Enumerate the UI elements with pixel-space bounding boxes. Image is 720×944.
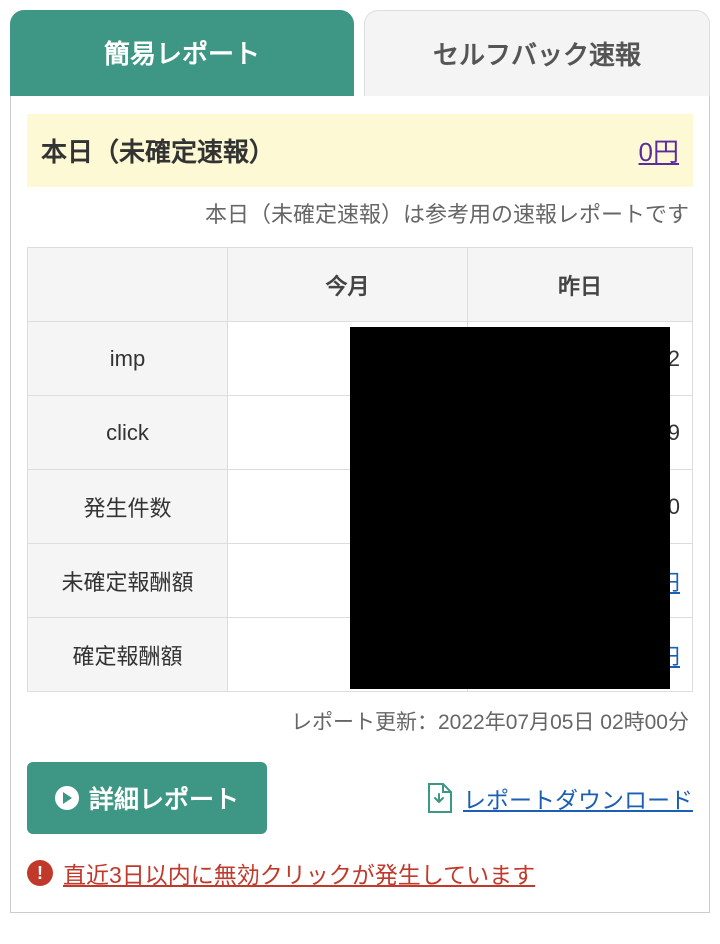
table-row: 未確定報酬額 円 — [28, 544, 693, 618]
cell-unconfirmed-month — [228, 544, 468, 618]
row-label-unconfirmed: 未確定報酬額 — [28, 544, 228, 618]
tab-selfback[interactable]: セルフバック速報 — [364, 10, 710, 96]
invalid-click-alert[interactable]: ! 直近3日以内に無効クリックが発生しています — [27, 856, 693, 890]
cell-imp-month — [228, 322, 468, 396]
today-bar: 本日（未確定速報） 0円 — [27, 114, 693, 187]
today-title: 本日（未確定速報） — [41, 132, 275, 169]
chevron-right-circle-icon — [55, 786, 79, 810]
report-panel: 本日（未確定速報） 0円 本日（未確定速報）は参考用の速報レポートです 今月 昨… — [10, 96, 710, 913]
row-label-imp: imp — [28, 322, 228, 396]
cell-imp-yesterday: 92 — [468, 322, 693, 396]
report-table: 今月 昨日 imp 92 click 49 発生件数 0 — [27, 247, 693, 692]
cell-click-month — [228, 396, 468, 470]
table-row: 発生件数 0 — [28, 470, 693, 544]
table-row: 確定報酬額 円 — [28, 618, 693, 692]
detail-report-button[interactable]: 詳細レポート — [27, 762, 267, 834]
tab-simple-report[interactable]: 簡易レポート — [10, 10, 354, 96]
tab-selfback-label: セルフバック速報 — [433, 40, 641, 70]
cell-confirmed-month — [228, 618, 468, 692]
detail-report-button-label: 詳細レポート — [89, 780, 239, 816]
row-label-occur: 発生件数 — [28, 470, 228, 544]
updated-value: 2022年07月05日 02時00分 — [438, 711, 689, 734]
cell-occur-month — [228, 470, 468, 544]
row-label-click: click — [28, 396, 228, 470]
tab-simple-report-label: 簡易レポート — [104, 39, 260, 69]
updated-prefix: レポート更新： — [291, 711, 438, 734]
report-download-link-label: レポートダウンロード — [463, 781, 693, 815]
file-download-icon — [425, 782, 453, 814]
col-header-yesterday: 昨日 — [468, 248, 693, 322]
cell-click-yesterday: 49 — [468, 396, 693, 470]
row-label-confirmed: 確定報酬額 — [28, 618, 228, 692]
today-amount-link[interactable]: 0円 — [639, 132, 679, 169]
updated-line: レポート更新：2022年07月05日 02時00分 — [31, 706, 689, 736]
table-row: click 49 — [28, 396, 693, 470]
cell-confirmed-yesterday[interactable]: 円 — [468, 618, 693, 692]
cell-occur-yesterday: 0 — [468, 470, 693, 544]
col-header-blank — [28, 248, 228, 322]
table-row: imp 92 — [28, 322, 693, 396]
alert-icon: ! — [27, 860, 53, 886]
col-header-month: 今月 — [228, 248, 468, 322]
report-download-link[interactable]: レポートダウンロード — [425, 781, 693, 815]
today-note: 本日（未確定速報）は参考用の速報レポートです — [31, 197, 689, 229]
cell-unconfirmed-yesterday[interactable]: 円 — [468, 544, 693, 618]
alert-text: 直近3日以内に無効クリックが発生しています — [63, 856, 535, 890]
